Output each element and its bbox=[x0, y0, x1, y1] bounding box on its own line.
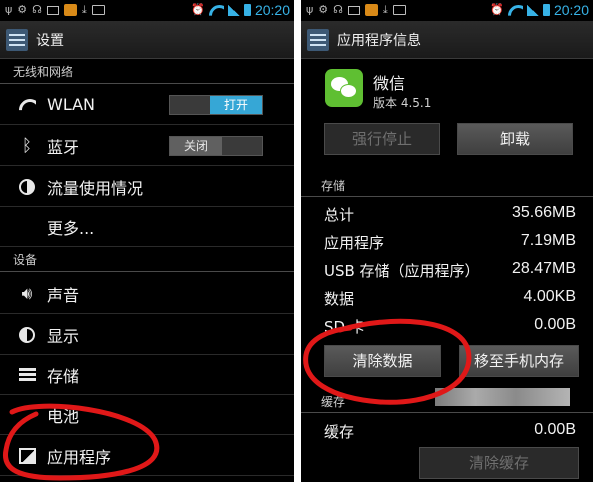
display-icon bbox=[19, 326, 35, 343]
stat-row-app: 应用程序 7.19MB bbox=[301, 228, 593, 256]
stat-row-sd: SD 卡 0.00B bbox=[301, 312, 593, 340]
app-header: 微信 版本 4.5.1 bbox=[301, 60, 593, 118]
settings-icon[interactable] bbox=[307, 28, 329, 51]
uninstall-button[interactable]: 卸载 bbox=[457, 123, 573, 155]
wifi-icon bbox=[209, 5, 224, 16]
debug-icon: ⚙ bbox=[318, 3, 329, 16]
stat-key: 缓存 bbox=[324, 423, 355, 441]
notification-icon bbox=[91, 5, 105, 15]
battery-icon bbox=[542, 4, 550, 16]
status-bar: ψ ⚙ ☊ ⤓ ⏰ 20:20 bbox=[301, 0, 593, 20]
action-bar: 设置 bbox=[0, 21, 294, 59]
app-name: 微信 bbox=[373, 74, 406, 93]
apps-label: 应用程序 bbox=[47, 447, 112, 467]
bluetooth-icon: ᛒ bbox=[21, 135, 33, 156]
status-bar: ψ ⚙ ☊ ⤓ ⏰ 20:20 bbox=[0, 0, 294, 20]
more-label: 更多... bbox=[47, 218, 95, 238]
stat-key: SD 卡 bbox=[324, 318, 365, 336]
data-usage-icon bbox=[19, 178, 35, 195]
usb-icon: ψ bbox=[306, 3, 314, 16]
apps-row[interactable]: 应用程序 bbox=[0, 436, 294, 476]
storage-icon bbox=[18, 367, 36, 382]
headset-icon: ☊ bbox=[333, 3, 343, 16]
stat-value: 28.47MB bbox=[511, 260, 576, 277]
settings-icon[interactable] bbox=[6, 28, 28, 51]
signal-icon bbox=[526, 4, 539, 16]
stat-row-usb: USB 存储（应用程序） 28.47MB bbox=[301, 256, 593, 284]
stat-key: 应用程序 bbox=[324, 234, 385, 252]
apps-icon bbox=[18, 447, 36, 464]
app-info-screen: ψ ⚙ ☊ ⤓ ⏰ 20:20 应用程序信息 微信 版本 4.5.1 强行停止 … bbox=[301, 0, 593, 482]
stat-value: 35.66MB bbox=[511, 204, 576, 221]
battery-setting-icon bbox=[23, 406, 31, 423]
stat-row-total: 总计 35.66MB bbox=[301, 200, 593, 228]
wlan-label: WLAN bbox=[47, 95, 96, 114]
stat-key: 数据 bbox=[324, 290, 355, 308]
usb-icon: ψ bbox=[5, 3, 13, 16]
move-to-phone-button[interactable]: 移至手机内存 bbox=[459, 345, 579, 377]
status-time: 20:20 bbox=[254, 2, 290, 18]
storage-section-header: 存储 bbox=[301, 177, 593, 197]
stat-value: 0.00B bbox=[534, 316, 576, 333]
debug-icon: ⚙ bbox=[17, 3, 28, 16]
battery-icon bbox=[243, 4, 251, 16]
stat-key: 总计 bbox=[324, 206, 355, 224]
stat-value: 7.19MB bbox=[520, 232, 576, 249]
data-usage-label: 流量使用情况 bbox=[47, 178, 144, 198]
storage-row[interactable]: 存储 bbox=[0, 355, 294, 395]
data-usage-row[interactable]: 流量使用情况 bbox=[0, 167, 294, 207]
signal-icon bbox=[227, 4, 240, 16]
wlan-toggle[interactable]: 打开 bbox=[169, 94, 263, 115]
headset-icon: ☊ bbox=[32, 3, 42, 16]
mail-icon bbox=[46, 5, 59, 15]
wechat-icon bbox=[325, 69, 363, 107]
clear-cache-button[interactable]: 清除缓存 bbox=[419, 447, 579, 479]
stat-row-data: 数据 4.00KB bbox=[301, 284, 593, 312]
settings-screen: ψ ⚙ ☊ ⤓ ⏰ 20:20 设置 无线和网络 WLAN 打开 ᛒ 蓝牙 关闭… bbox=[0, 0, 294, 482]
stat-value: 4.00KB bbox=[523, 288, 576, 305]
bluetooth-label: 蓝牙 bbox=[47, 137, 80, 157]
blurred-text bbox=[435, 388, 570, 406]
wifi-icon bbox=[18, 98, 36, 111]
wifi-icon bbox=[508, 5, 523, 16]
app-notification-icon bbox=[63, 4, 77, 16]
download-icon: ⤓ bbox=[81, 3, 87, 16]
display-label: 显示 bbox=[47, 326, 80, 346]
clear-data-button[interactable]: 清除数据 bbox=[324, 345, 441, 377]
section-header-wireless: 无线和网络 bbox=[0, 62, 294, 84]
app-version: 版本 4.5.1 bbox=[373, 96, 432, 110]
mail-icon bbox=[347, 5, 360, 15]
stat-key: USB 存储（应用程序） bbox=[324, 262, 480, 280]
action-bar: 应用程序信息 bbox=[301, 21, 593, 59]
battery-label: 电池 bbox=[47, 406, 80, 426]
sound-icon: 🔊︎ bbox=[21, 283, 33, 304]
sound-label: 声音 bbox=[47, 285, 80, 305]
bluetooth-row[interactable]: ᛒ 蓝牙 关闭 bbox=[0, 126, 294, 166]
page-title: 设置 bbox=[36, 32, 64, 49]
bluetooth-toggle[interactable]: 关闭 bbox=[169, 135, 263, 156]
app-notification-icon bbox=[364, 4, 378, 16]
alarm-icon: ⏰ bbox=[191, 3, 205, 16]
more-row[interactable]: 更多... bbox=[0, 207, 294, 247]
stat-value: 0.00B bbox=[534, 421, 576, 438]
status-time: 20:20 bbox=[553, 2, 589, 18]
wlan-toggle-label: 打开 bbox=[210, 95, 262, 114]
battery-row[interactable]: 电池 bbox=[0, 395, 294, 435]
section-header-device: 设备 bbox=[0, 250, 294, 272]
stat-row-cache: 缓存 0.00B bbox=[301, 417, 593, 445]
display-row[interactable]: 显示 bbox=[0, 315, 294, 355]
storage-label: 存储 bbox=[47, 366, 80, 386]
page-title: 应用程序信息 bbox=[337, 32, 421, 49]
wlan-row[interactable]: WLAN 打开 bbox=[0, 85, 294, 125]
notification-icon bbox=[392, 5, 406, 15]
sound-row[interactable]: 🔊︎ 声音 bbox=[0, 274, 294, 314]
download-icon: ⤓ bbox=[382, 3, 388, 16]
force-stop-button[interactable]: 强行停止 bbox=[324, 123, 440, 155]
bluetooth-toggle-label: 关闭 bbox=[170, 136, 222, 155]
alarm-icon: ⏰ bbox=[490, 3, 504, 16]
